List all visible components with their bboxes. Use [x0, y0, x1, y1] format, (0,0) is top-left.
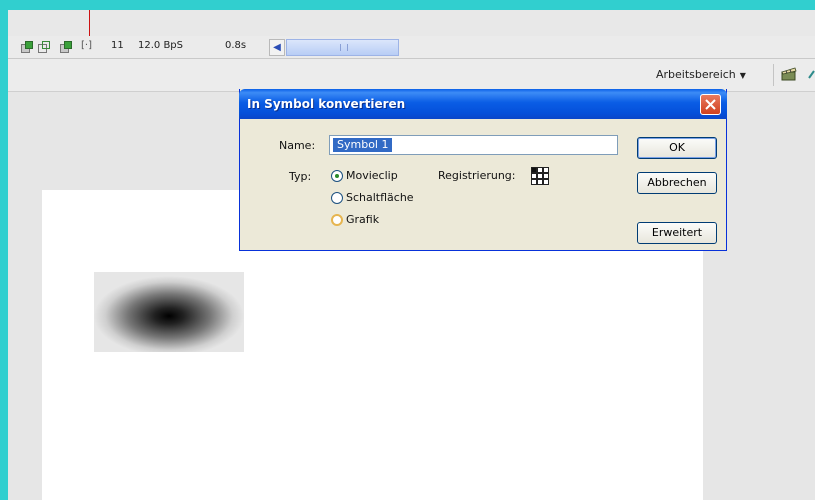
type-option-button[interactable]: Schaltfläche [346, 191, 414, 204]
name-label: Name: [279, 139, 316, 152]
dialog-title-bar[interactable]: In Symbol konvertieren [239, 89, 727, 119]
radio-movieclip[interactable] [331, 170, 343, 182]
dialog-title: In Symbol konvertieren [247, 97, 406, 111]
registration-grid-icon[interactable] [531, 167, 549, 185]
playhead[interactable] [89, 10, 90, 38]
scroll-left-icon[interactable]: ◀ [269, 39, 285, 56]
frame-rate[interactable]: 12.0 BpS [138, 40, 183, 51]
edit-symbols-icon[interactable] [808, 69, 815, 79]
elapsed-time: 0.8s [225, 40, 247, 51]
clapperboard-icon[interactable] [781, 67, 797, 81]
timeline-status-bar: [·] 11 12.0 BpS 0.8s ◀ [8, 36, 815, 59]
type-option-graphic[interactable]: Grafik [346, 213, 379, 226]
name-input-value: Symbol 1 [333, 138, 393, 152]
toolbar-divider [773, 64, 774, 86]
timeline-scrollbar[interactable] [286, 39, 399, 56]
ok-button[interactable]: OK [637, 137, 717, 159]
current-frame: 11 [111, 40, 124, 51]
flash-app-window: [·] 11 12.0 BpS 0.8s ◀ Arbeitsbereich ▼ [8, 10, 815, 500]
edit-multiple-frames-icon[interactable] [60, 41, 72, 53]
onion-markers-icon[interactable]: [·] [81, 40, 92, 51]
chevron-down-icon: ▼ [739, 71, 746, 80]
edit-bar: Arbeitsbereich ▼ [8, 59, 815, 92]
timeline-frames[interactable] [8, 10, 815, 38]
radio-graphic[interactable] [331, 214, 343, 226]
onion-outline-icon[interactable] [38, 41, 50, 53]
workspace-label: Arbeitsbereich [656, 68, 736, 81]
registration-label: Registrierung: [438, 169, 516, 182]
gradient-shape[interactable] [94, 272, 244, 352]
type-option-movieclip[interactable]: Movieclip [346, 169, 398, 182]
onion-skin-icon[interactable] [21, 41, 33, 53]
convert-to-symbol-dialog: In Symbol konvertieren Name: Symbol 1 Ty… [239, 89, 727, 251]
cancel-button[interactable]: Abbrechen [637, 172, 717, 194]
workspace-menu[interactable]: Arbeitsbereich ▼ [656, 68, 746, 81]
radio-button-type[interactable] [331, 192, 343, 204]
close-icon[interactable] [700, 94, 721, 115]
type-label: Typ: [289, 170, 312, 183]
name-input[interactable]: Symbol 1 [329, 135, 618, 155]
advanced-button[interactable]: Erweitert [637, 222, 717, 244]
